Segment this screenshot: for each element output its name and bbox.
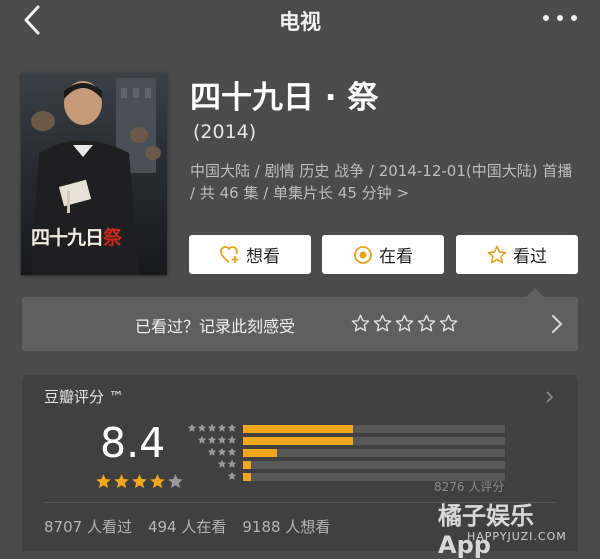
distribution-bar-fill	[243, 461, 251, 469]
distribution-bar-track	[243, 437, 505, 445]
watermark-url: HAPPYJUZI.COM	[467, 530, 567, 543]
show-meta-text: 中国大陆 / 剧情 历史 战争 / 2014-12-01(中国大陆) 首播 / …	[190, 162, 573, 202]
small-star-icon	[227, 447, 237, 456]
distribution-bar-fill	[243, 437, 354, 445]
douban-score: 8.4	[100, 419, 166, 467]
distribution-bar-track	[243, 425, 505, 433]
star-empty-icon	[168, 474, 183, 488]
show-year: (2014)	[193, 121, 257, 143]
watched-label: 看过	[513, 247, 547, 267]
star-outline-icon[interactable]	[439, 314, 458, 333]
poster-image[interactable]: 四十九日祭	[21, 73, 167, 275]
show-title: 四十九日 · 祭	[190, 80, 379, 116]
star-filled-icon	[132, 474, 147, 488]
douban-rating-card[interactable]: 豆瓣评分 ™ 8.4 8276 人评分 8707 人看过 494 人在看 918…	[22, 375, 578, 559]
watched-button[interactable]: 看过	[456, 235, 578, 274]
page-title: 电视	[279, 10, 321, 34]
distribution-stars	[187, 423, 237, 433]
distribution-bar-fill	[243, 425, 354, 433]
small-star-icon	[227, 471, 237, 480]
show-meta[interactable]: 中国大陆 / 剧情 历史 战争 / 2014-12-01(中国大陆) 首播 / …	[190, 160, 582, 204]
want-to-watch-label: 想看	[246, 247, 280, 267]
star-outline-icon[interactable]	[395, 314, 414, 333]
small-star-icon	[207, 423, 217, 432]
small-star-icon	[217, 459, 227, 468]
small-star-icon	[217, 423, 227, 432]
rate-pointer	[526, 288, 544, 297]
distribution-stars	[207, 447, 237, 457]
chevron-right-icon[interactable]	[545, 389, 554, 408]
rate-stars[interactable]	[351, 314, 458, 333]
small-star-icon	[207, 435, 217, 444]
watch-stats: 8707 人看过 494 人在看 9188 人想看	[44, 516, 330, 537]
small-star-icon	[227, 423, 237, 432]
want-count: 9188 人想看	[242, 518, 331, 536]
star-filled-icon	[150, 474, 165, 488]
watching-button[interactable]: 在看	[322, 235, 444, 274]
star-outline-icon[interactable]	[351, 314, 370, 333]
distribution-bar-track	[243, 449, 505, 457]
star-outline-icon[interactable]	[417, 314, 436, 333]
chevron-right-icon[interactable]	[550, 313, 564, 339]
top-nav-bar: 电视	[0, 0, 600, 40]
star-filled-icon	[114, 474, 129, 488]
douban-rating-label: 豆瓣评分 ™	[44, 388, 124, 406]
rating-count: 8276 人评分	[434, 480, 505, 494]
watching-count: 494 人在看	[147, 518, 227, 536]
watching-label: 在看	[379, 247, 413, 267]
distribution-bar-fill	[243, 449, 278, 457]
chevron-right-icon: >	[396, 184, 410, 202]
distribution-stars	[227, 471, 237, 481]
small-star-icon	[207, 447, 217, 456]
more-options-icon[interactable]	[540, 8, 580, 28]
heart-plus-icon	[220, 245, 239, 263]
distribution-stars	[217, 459, 237, 469]
star-outline-icon[interactable]	[373, 314, 392, 333]
small-star-icon	[197, 423, 207, 432]
score-stars	[95, 473, 184, 490]
rate-prompt-text: 已看过？记录此刻感受	[135, 317, 296, 336]
small-star-icon	[217, 447, 227, 456]
star-outline-icon	[487, 245, 507, 263]
small-star-icon	[217, 435, 227, 444]
poster-title: 四十九日祭	[31, 227, 122, 249]
watched-count: 8707 人看过	[44, 518, 132, 536]
small-star-icon	[227, 459, 237, 468]
distribution-stars	[197, 435, 237, 445]
star-filled-icon	[96, 474, 111, 488]
rate-prompt-bar[interactable]: 已看过？记录此刻感受	[22, 288, 578, 351]
small-star-icon	[197, 435, 207, 444]
watermark-logo: 橘子娱乐App	[438, 502, 534, 559]
want-to-watch-button[interactable]: 想看	[189, 235, 311, 274]
small-star-icon	[227, 435, 237, 444]
distribution-bar-fill	[243, 473, 251, 481]
distribution-bar-track	[243, 461, 505, 469]
target-icon	[354, 245, 372, 264]
small-star-icon	[187, 423, 197, 432]
